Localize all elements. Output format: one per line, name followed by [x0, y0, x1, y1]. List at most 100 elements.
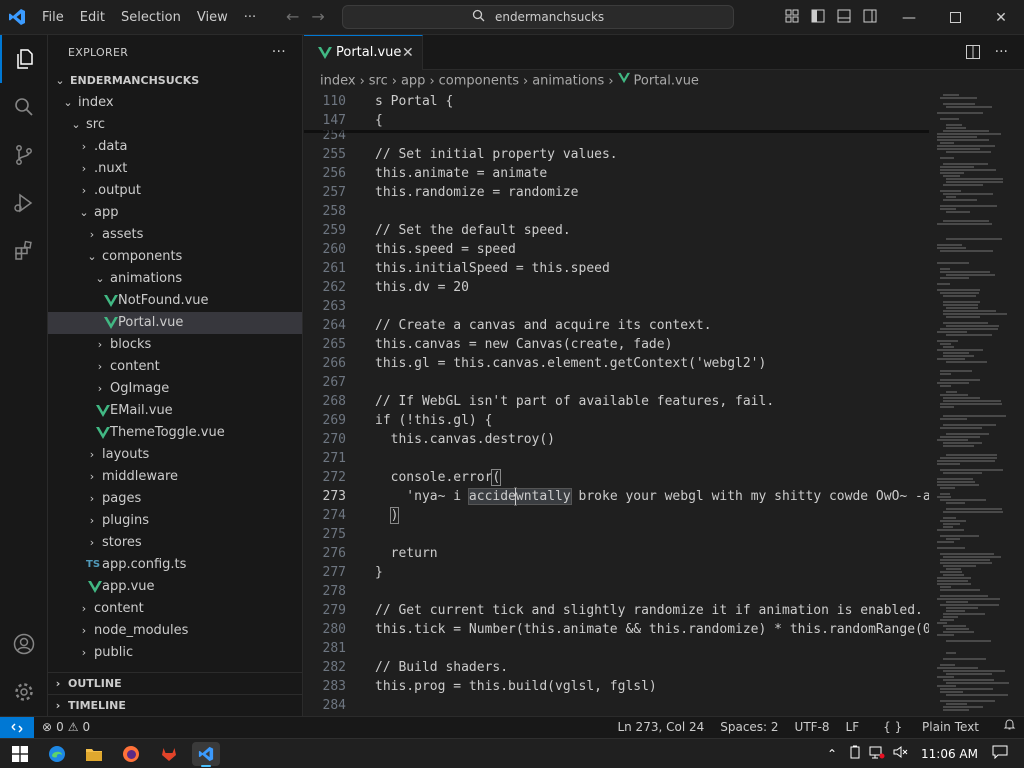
folder-nuxt[interactable]: › .nuxt: [48, 158, 302, 180]
breadcrumb-item[interactable]: index: [320, 74, 356, 89]
battery-icon[interactable]: [849, 745, 861, 763]
code-line[interactable]: 265 this.canvas = new Canvas(create, fade…: [304, 335, 929, 354]
network-icon[interactable]: [869, 745, 885, 763]
menu-selection[interactable]: Selection: [113, 6, 189, 30]
folder-pages[interactable]: › pages: [48, 488, 302, 510]
code-line[interactable]: 258: [304, 202, 929, 221]
forward-arrow-icon[interactable]: →: [311, 8, 324, 26]
command-center-search[interactable]: endermanchsucks: [342, 5, 734, 29]
breadcrumb-item[interactable]: animations: [532, 74, 604, 89]
close-window-icon[interactable]: ✕: [978, 0, 1024, 35]
settings-gear-icon[interactable]: [0, 668, 48, 716]
code-editor[interactable]: 254 255// Set initial property values. 256…: [304, 92, 929, 716]
firefox-icon[interactable]: [117, 742, 145, 766]
code-line[interactable]: 282 // Build shaders.: [304, 658, 929, 677]
tab-portal-vue[interactable]: Portal.vue ✕: [304, 35, 423, 70]
problems-indicator[interactable]: ⊗ 0 ⚠ 0: [42, 717, 90, 738]
timeline-section[interactable]: › TIMELINE: [48, 694, 302, 716]
code-line[interactable]: 278: [304, 582, 929, 601]
code-line[interactable]: 273 'nya~ i accidewntally broke your web…: [304, 487, 929, 506]
folder-middleware[interactable]: › middleware: [48, 466, 302, 488]
file-app-config-ts[interactable]: TS app.config.ts: [48, 554, 302, 576]
toggle-secondary-sidebar-icon[interactable]: [862, 8, 878, 24]
folder-ogimage[interactable]: › OgImage: [48, 378, 302, 400]
code-line[interactable]: 263: [304, 297, 929, 316]
code-line[interactable]: 274 ): [304, 506, 929, 525]
customize-layout-icon[interactable]: [784, 8, 800, 24]
accounts-icon[interactable]: [0, 620, 48, 668]
vscode-taskbar-icon[interactable]: [192, 742, 220, 767]
extensions-icon[interactable]: [0, 227, 48, 275]
breadcrumb-item[interactable]: Portal.vue: [634, 74, 699, 89]
minimap[interactable]: [929, 92, 1024, 716]
more-actions-icon[interactable]: ···: [995, 44, 1008, 64]
maximize-icon[interactable]: [932, 0, 978, 35]
breadcrumb-item[interactable]: src: [369, 74, 388, 89]
folder-endermanchsucks[interactable]: ⌄ ENDERMANCHSUCKS: [48, 70, 302, 92]
minimize-icon[interactable]: —: [886, 0, 932, 35]
code-line[interactable]: 262 this.dv = 20: [304, 278, 929, 297]
code-line[interactable]: 260 this.speed = speed: [304, 240, 929, 259]
breadcrumb-item[interactable]: app: [401, 74, 425, 89]
end-of-line[interactable]: LF: [838, 717, 868, 738]
folder-assets[interactable]: › assets: [48, 224, 302, 246]
sticky-scroll-line[interactable]: 110 s Portal {: [304, 92, 929, 111]
menu-edit[interactable]: Edit: [72, 6, 113, 30]
code-line[interactable]: 281: [304, 639, 929, 658]
folder-index[interactable]: ⌄ index: [48, 92, 302, 114]
menu-more[interactable]: ···: [236, 6, 264, 30]
tray-overflow-icon[interactable]: ⌃: [827, 747, 837, 761]
code-line[interactable]: 284: [304, 696, 929, 715]
remote-indicator-icon[interactable]: [0, 717, 34, 739]
menu-file[interactable]: File: [34, 6, 72, 30]
code-line[interactable]: 268 // If WebGL isn't part of available f…: [304, 392, 929, 411]
toggle-panel-icon[interactable]: [836, 8, 852, 24]
file-email-vue[interactable]: EMail.vue: [48, 400, 302, 422]
edge-browser-icon[interactable]: [43, 742, 71, 766]
breadcrumb-item[interactable]: components: [439, 74, 519, 89]
code-line[interactable]: 261 this.initialSpeed = this.speed: [304, 259, 929, 278]
code-line[interactable]: 283 this.prog = this.build(vglsl, fglsl): [304, 677, 929, 696]
code-line[interactable]: 276 return: [304, 544, 929, 563]
notifications-bell-icon[interactable]: [995, 717, 1024, 738]
gitlab-icon[interactable]: [155, 742, 183, 766]
notification-center-icon[interactable]: [992, 745, 1008, 763]
split-editor-icon[interactable]: [965, 44, 981, 64]
folder-data[interactable]: › .data: [48, 136, 302, 158]
file-explorer-icon[interactable]: [80, 742, 108, 766]
explorer-icon[interactable]: [0, 35, 48, 83]
code-line[interactable]: 277}: [304, 563, 929, 582]
folder-public[interactable]: › public: [48, 642, 302, 664]
back-arrow-icon[interactable]: ←: [286, 8, 299, 26]
toggle-primary-sidebar-icon[interactable]: [810, 8, 826, 24]
code-line[interactable]: 272 console.error(: [304, 468, 929, 487]
file-notfound-vue[interactable]: NotFound.vue: [48, 290, 302, 312]
windows-start-icon[interactable]: [6, 742, 34, 766]
explorer-more-icon[interactable]: ···: [272, 35, 286, 70]
outline-section[interactable]: › OUTLINE: [48, 672, 302, 694]
code-line[interactable]: 256 this.animate = animate: [304, 164, 929, 183]
folder-src[interactable]: ⌄ src: [48, 114, 302, 136]
encoding[interactable]: UTF-8: [787, 717, 838, 738]
close-tab-icon[interactable]: ✕: [402, 36, 414, 70]
folder-content[interactable]: › content: [48, 356, 302, 378]
code-line[interactable]: 264 // Create a canvas and acquire its co…: [304, 316, 929, 335]
code-line[interactable]: 270 this.canvas.destroy(): [304, 430, 929, 449]
folder-blocks[interactable]: › blocks: [48, 334, 302, 356]
code-line[interactable]: 267: [304, 373, 929, 392]
code-line[interactable]: 259 // Set the default speed.: [304, 221, 929, 240]
folder-components[interactable]: ⌄ components: [48, 246, 302, 268]
folder-animations[interactable]: ⌄ animations: [48, 268, 302, 290]
file-portal-vue[interactable]: Portal.vue: [48, 312, 302, 334]
folder-stores[interactable]: › stores: [48, 532, 302, 554]
folder-plugins[interactable]: › plugins: [48, 510, 302, 532]
language-mode[interactable]: { } Plain Text: [867, 717, 995, 738]
clock[interactable]: 11:06 AM: [921, 747, 978, 761]
code-line[interactable]: 269 if (!this.gl) {: [304, 411, 929, 430]
file-app-vue[interactable]: app.vue: [48, 576, 302, 598]
code-line[interactable]: 255 // Set initial property values.: [304, 145, 929, 164]
folder-layouts[interactable]: › layouts: [48, 444, 302, 466]
folder-output[interactable]: › .output: [48, 180, 302, 202]
run-debug-icon[interactable]: [0, 179, 48, 227]
menu-view[interactable]: View: [189, 6, 236, 30]
